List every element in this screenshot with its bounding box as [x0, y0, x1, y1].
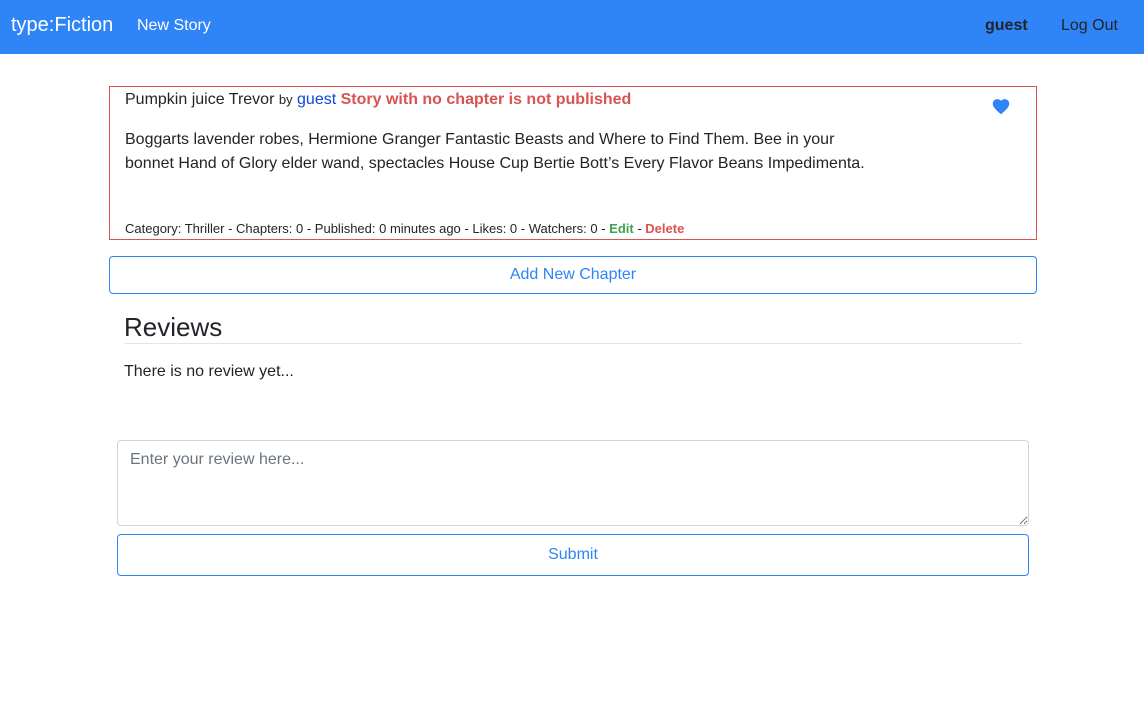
- story-meta: Category: Thriller - Chapters: 0 - Publi…: [125, 221, 684, 236]
- meta-separator: -: [224, 221, 237, 236]
- meta-separator: -: [460, 221, 473, 236]
- new-story-link[interactable]: New Story: [137, 17, 211, 35]
- story-header: Pumpkin juice Trevor by guest Story with…: [125, 91, 631, 109]
- add-chapter-button[interactable]: Add New Chapter: [109, 256, 1037, 294]
- meta-separator: -: [597, 221, 610, 236]
- top-navbar: type:Fiction New Story guest Log Out: [0, 0, 1144, 54]
- meta-separator: -: [303, 221, 315, 236]
- meta-separator: -: [517, 221, 529, 236]
- meta-category: Category: Thriller: [125, 221, 225, 236]
- meta-watchers: Watchers: 0: [528, 221, 598, 236]
- review-input[interactable]: [117, 440, 1029, 526]
- unpublished-warning: Story with no chapter is not published: [340, 91, 632, 108]
- brand-logo-link[interactable]: type:Fiction: [11, 14, 113, 37]
- submit-review-button[interactable]: Submit: [117, 534, 1029, 576]
- story-title: Pumpkin juice Trevor: [125, 91, 275, 108]
- meta-separator: -: [633, 221, 646, 236]
- heart-icon[interactable]: [992, 99, 1010, 115]
- no-review-message: There is no review yet...: [124, 363, 294, 380]
- current-user-name[interactable]: guest: [985, 17, 1028, 35]
- delete-story-link[interactable]: Delete: [645, 221, 684, 236]
- reviews-divider: [124, 343, 1022, 344]
- logout-link[interactable]: Log Out: [1061, 17, 1118, 35]
- story-by-label: by: [278, 92, 293, 107]
- story-author-link[interactable]: guest: [297, 91, 336, 108]
- edit-story-link[interactable]: Edit: [609, 221, 634, 236]
- story-card: Pumpkin juice Trevor by guest Story with…: [109, 86, 1037, 240]
- meta-chapters: Chapters: 0: [236, 221, 304, 236]
- meta-likes: Likes: 0: [472, 221, 518, 236]
- story-summary: Boggarts lavender robes, Hermione Grange…: [125, 131, 865, 172]
- reviews-heading: Reviews: [124, 312, 223, 342]
- meta-published: Published: 0 minutes ago: [314, 221, 461, 236]
